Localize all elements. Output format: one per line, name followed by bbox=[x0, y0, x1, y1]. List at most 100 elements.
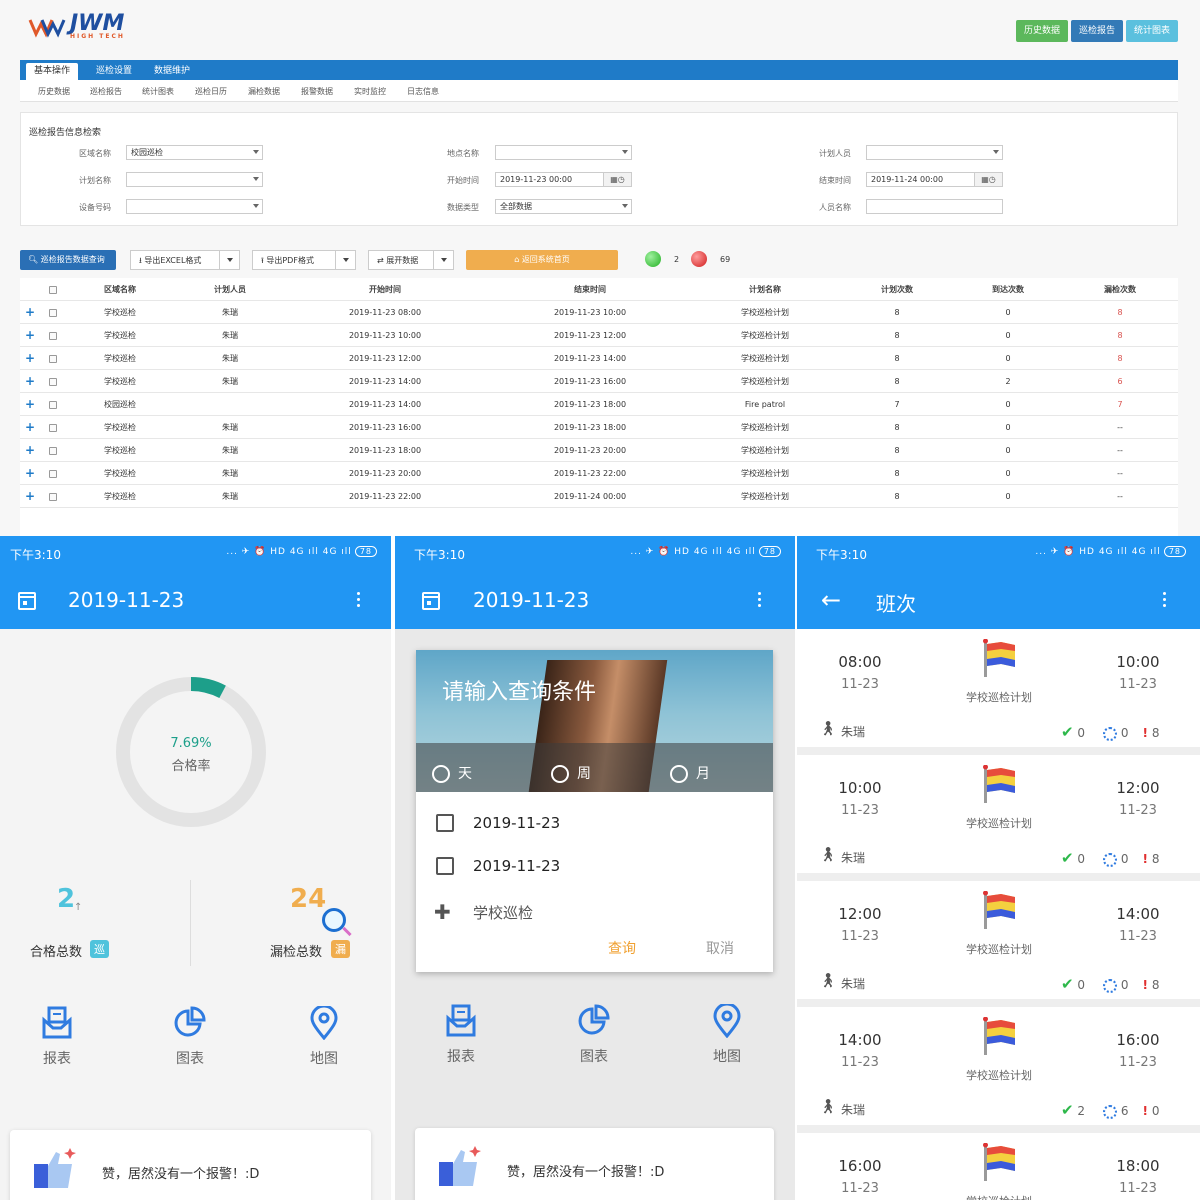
map-pin-icon bbox=[310, 1004, 338, 1041]
table-row[interactable]: + 学校巡检 朱瑞 2019-11-23 22:00 2019-11-24 00:00 学… bbox=[20, 485, 1178, 508]
nav-report[interactable]: 报表 bbox=[421, 1004, 501, 1066]
shift-item[interactable]: 16:00 11-23 18:00 11-23 学校巡检计划 bbox=[797, 1133, 1200, 1200]
shift-stats: ✔ 0 0! 8 bbox=[1061, 975, 1159, 993]
expand-row-icon[interactable]: + bbox=[20, 324, 40, 347]
chevron-down-icon[interactable] bbox=[433, 251, 453, 269]
cell-plan-name: 学校巡检计划 bbox=[741, 308, 789, 317]
radio-icon bbox=[432, 765, 450, 783]
header-plan-count[interactable]: 计划次数 bbox=[857, 278, 937, 301]
more-vert-icon[interactable] bbox=[1163, 592, 1167, 610]
table-row[interactable]: + 学校巡检 朱瑞 2019-11-23 10:00 2019-11-23 12:00 学… bbox=[20, 324, 1178, 347]
statistics-chart-button[interactable]: 统计图表 bbox=[1125, 20, 1178, 42]
calendar-icon[interactable] bbox=[422, 592, 440, 610]
subnav-alarm[interactable]: 报警数据 bbox=[301, 86, 333, 97]
start-time-input[interactable]: 2019-11-23 00:00 ▦◷ bbox=[495, 172, 632, 187]
nav-report[interactable]: 报表 bbox=[17, 1006, 97, 1068]
subnav-realtime[interactable]: 实时监控 bbox=[354, 86, 386, 97]
nav-map[interactable]: 地图 bbox=[687, 1002, 767, 1066]
header-arrive-count[interactable]: 到达次数 bbox=[968, 278, 1048, 301]
row-checkbox[interactable] bbox=[49, 331, 57, 340]
nav-chart[interactable]: 图表 bbox=[150, 1006, 230, 1068]
row-checkbox[interactable] bbox=[49, 377, 57, 386]
table-row[interactable]: + 学校巡检 朱瑞 2019-11-23 18:00 2019-11-23 20:00 学… bbox=[20, 439, 1178, 462]
calendar-icon[interactable] bbox=[18, 592, 36, 610]
return-home-button[interactable]: ⌂ 返回系统首页 bbox=[466, 250, 618, 270]
table-row[interactable]: + 学校巡检 朱瑞 2019-11-23 12:00 2019-11-23 14:00 学… bbox=[20, 347, 1178, 370]
row-checkbox[interactable] bbox=[49, 354, 57, 363]
option-month[interactable]: 月 bbox=[670, 763, 710, 783]
header-area[interactable]: 区域名称 bbox=[80, 278, 160, 301]
subnav-log[interactable]: 日志信息 bbox=[407, 86, 439, 97]
row-checkbox[interactable] bbox=[49, 423, 57, 432]
expand-row-icon[interactable]: + bbox=[20, 393, 40, 416]
table-row[interactable]: + 学校巡检 朱瑞 2019-11-23 08:00 2019-11-23 10:00 学… bbox=[20, 301, 1178, 324]
expand-row-icon[interactable]: + bbox=[20, 370, 40, 393]
alarm-message: 赞，居然没有一个报警！:D bbox=[507, 1165, 665, 1180]
expand-row-icon[interactable]: + bbox=[20, 301, 40, 324]
area-field[interactable]: 学校巡检 bbox=[473, 902, 533, 923]
header-miss-count[interactable]: 漏检次数 bbox=[1080, 278, 1160, 301]
header-end[interactable]: 结束时间 bbox=[525, 278, 655, 301]
calendar-clock-icon[interactable]: ▦◷ bbox=[603, 173, 631, 186]
expand-row-icon[interactable]: + bbox=[20, 439, 40, 462]
area-select[interactable]: 校园巡检 bbox=[126, 145, 263, 160]
device-select[interactable] bbox=[126, 199, 263, 214]
row-checkbox[interactable] bbox=[49, 308, 57, 317]
plan-select[interactable] bbox=[126, 172, 263, 187]
row-checkbox[interactable] bbox=[49, 446, 57, 455]
subnav-calendar[interactable]: 巡检日历 bbox=[195, 86, 227, 97]
start-date-field[interactable]: 2019-11-23 bbox=[473, 814, 560, 832]
row-checkbox[interactable] bbox=[49, 469, 57, 478]
nav-map[interactable]: 地图 bbox=[284, 1004, 364, 1068]
calendar-clock-icon[interactable]: ▦◷ bbox=[974, 173, 1002, 186]
nav-chart[interactable]: 图表 bbox=[554, 1004, 634, 1066]
table-row[interactable]: + 校园巡检 2019-11-23 14:00 2019-11-23 18:00 Fir… bbox=[20, 393, 1178, 416]
header-planner[interactable]: 计划人员 bbox=[190, 278, 270, 301]
history-data-button[interactable]: 历史数据 bbox=[1015, 20, 1068, 42]
option-week[interactable]: 周 bbox=[551, 763, 591, 783]
row-checkbox[interactable] bbox=[49, 492, 57, 501]
table-row[interactable]: + 学校巡检 朱瑞 2019-11-23 14:00 2019-11-23 16:00 学… bbox=[20, 370, 1178, 393]
option-day[interactable]: 天 bbox=[432, 763, 472, 783]
export-excel-button[interactable]: ⭳ 导出EXCEL格式 bbox=[130, 250, 240, 270]
inspection-report-button[interactable]: 巡检报告 bbox=[1070, 20, 1123, 42]
chevron-down-icon[interactable] bbox=[219, 251, 239, 269]
end-time-input[interactable]: 2019-11-24 00:00 ▦◷ bbox=[866, 172, 1003, 187]
more-vert-icon[interactable] bbox=[357, 592, 361, 610]
location-select[interactable] bbox=[495, 145, 632, 160]
cell-plan-name: 学校巡检计划 bbox=[741, 331, 789, 340]
confirm-button[interactable]: 查询 bbox=[608, 938, 636, 958]
chevron-down-icon[interactable] bbox=[335, 251, 355, 269]
tab-basic-ops[interactable]: 基本操作 bbox=[26, 63, 79, 80]
select-all-checkbox[interactable] bbox=[49, 285, 57, 294]
subnav-report[interactable]: 巡检报告 bbox=[90, 86, 122, 97]
table-row[interactable]: + 学校巡检 朱瑞 2019-11-23 20:00 2019-11-23 22:00 学… bbox=[20, 462, 1178, 485]
row-checkbox[interactable] bbox=[49, 400, 57, 409]
subnav-history[interactable]: 历史数据 bbox=[38, 86, 70, 97]
header-start[interactable]: 开始时间 bbox=[320, 278, 450, 301]
expand-data-button[interactable]: ⇄ 展开数据 bbox=[368, 250, 454, 270]
shift-item[interactable]: 12:00 11-23 14:00 11-23 学校巡检计划 🚶︎ 朱瑞 ✔ 0 0! 8 bbox=[797, 881, 1200, 999]
cancel-button[interactable]: 取消 bbox=[706, 938, 734, 958]
expand-row-icon[interactable]: + bbox=[20, 485, 40, 508]
end-date-field[interactable]: 2019-11-23 bbox=[473, 857, 560, 875]
shift-item[interactable]: 10:00 11-23 12:00 11-23 学校巡检计划 🚶︎ 朱瑞 ✔ 0 0! 8 bbox=[797, 755, 1200, 873]
expand-row-icon[interactable]: + bbox=[20, 416, 40, 439]
export-pdf-button[interactable]: ⭱ 导出PDF格式 bbox=[252, 250, 356, 270]
subnav-chart[interactable]: 统计图表 bbox=[142, 86, 174, 97]
back-arrow-icon[interactable]: ← bbox=[821, 586, 841, 614]
person-input[interactable] bbox=[866, 199, 1003, 214]
shift-item[interactable]: 08:00 11-23 10:00 11-23 学校巡检计划 🚶︎ 朱瑞 ✔ 0 0! 8 bbox=[797, 629, 1200, 747]
query-report-button[interactable]: 🔍︎ 巡检报告数据查询 bbox=[20, 250, 116, 270]
shift-item[interactable]: 14:00 11-23 16:00 11-23 学校巡检计划 🚶︎ 朱瑞 ✔ 2 6! 0 bbox=[797, 1007, 1200, 1125]
subnav-missed[interactable]: 漏检数据 bbox=[248, 86, 280, 97]
expand-row-icon[interactable]: + bbox=[20, 462, 40, 485]
tab-data-maintenance[interactable]: 数据维护 bbox=[146, 63, 198, 80]
tab-inspection-settings[interactable]: 巡检设置 bbox=[88, 63, 140, 80]
table-row[interactable]: + 学校巡检 朱瑞 2019-11-23 16:00 2019-11-23 18:00 学… bbox=[20, 416, 1178, 439]
data-type-select[interactable]: 全部数据 bbox=[495, 199, 632, 214]
more-vert-icon[interactable] bbox=[758, 592, 762, 610]
expand-row-icon[interactable]: + bbox=[20, 347, 40, 370]
header-plan-name[interactable]: 计划名称 bbox=[700, 278, 830, 301]
planner-select[interactable] bbox=[866, 145, 1003, 160]
